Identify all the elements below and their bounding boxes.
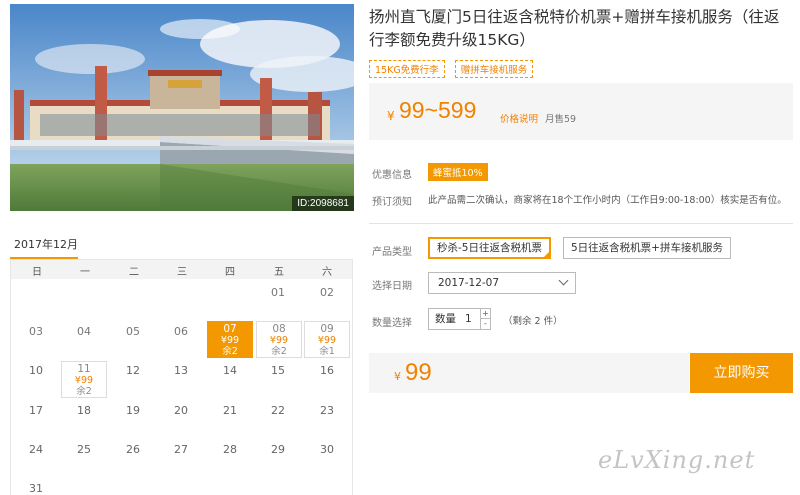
weekday-fri: 五	[274, 267, 284, 278]
calendar-day-30[interactable]: 30	[304, 443, 350, 456]
calendar-day-18[interactable]: 18	[61, 404, 107, 417]
calendar-day-17[interactable]: 17	[13, 404, 59, 417]
calendar-weekday-header: 日 一 二 三 四 五 六	[11, 260, 352, 279]
section-divider	[369, 223, 793, 224]
booking-notice-label: 预订须知	[372, 197, 412, 208]
booking-notice-text: 此产品需二次确认，商家将在18个工作小时内（工作日9:00-18:00）核实是否…	[428, 195, 787, 206]
calendar-day-stock: 余1	[319, 346, 335, 357]
weekday-tue: 二	[129, 267, 139, 278]
calendar-day-10[interactable]: 10	[13, 364, 59, 377]
photo-id-label: ID:2098681	[292, 196, 354, 211]
calendar-day-number: 07	[223, 323, 237, 335]
buy-now-button[interactable]: 立即购买	[690, 353, 793, 393]
date-select-value: 2017-12-07	[438, 277, 500, 289]
monthly-sales: 月售59	[545, 114, 577, 125]
total-price: 99	[405, 359, 432, 386]
calendar-day-13[interactable]: 13	[158, 364, 204, 377]
product-title: 扬州直飞厦门5日往返含税特价机票+赠拼车接机服务（往返行李额免费升级15KG）	[369, 8, 780, 49]
quantity-label: 数量选择	[372, 318, 412, 329]
calendar-day-stock: 余2	[222, 346, 238, 357]
weekday-mon: 一	[80, 267, 90, 278]
site-watermark: eLvXing.net	[598, 446, 756, 474]
calendar-day-21[interactable]: 21	[207, 404, 253, 417]
promo-badge: 蜂蜜抵10%	[428, 163, 488, 181]
calendar-day-stock: 余2	[76, 386, 92, 397]
calendar-day-stock: 余2	[271, 346, 287, 357]
calendar-day-price: ¥99	[74, 375, 94, 386]
chevron-down-icon	[558, 275, 569, 286]
calendar-day-price: ¥99	[220, 335, 240, 346]
calendar-day-08[interactable]: 08 ¥99 余2	[256, 321, 302, 358]
calendar-day-23[interactable]: 23	[304, 404, 350, 417]
promo-label: 优惠信息	[372, 170, 412, 181]
product-type-label: 产品类型	[372, 247, 412, 258]
calendar-day-07[interactable]: 07 ¥99 余2	[207, 321, 253, 358]
calendar-day-25[interactable]: 25	[61, 443, 107, 456]
calendar-day-26[interactable]: 26	[110, 443, 156, 456]
product-type-option-label: 秒杀-5日往返含税机票	[437, 242, 542, 254]
calendar-day-price: ¥99	[317, 335, 337, 346]
calendar-day-number: 08	[272, 323, 286, 335]
calendar-day-number: 09	[320, 323, 334, 335]
product-tags: 15KG免费行李 赠拼车接机服务	[369, 58, 538, 78]
total-price-box: ¥ 99	[369, 353, 689, 393]
calendar-day-29[interactable]: 29	[255, 443, 301, 456]
price-note-link[interactable]: 价格说明	[500, 111, 538, 125]
calendar-day-16[interactable]: 16	[304, 364, 350, 377]
calendar-day-number: 11	[77, 363, 91, 375]
quantity-value: 1	[465, 313, 472, 325]
quantity-input[interactable]: 数量 1	[428, 308, 481, 330]
calendar-day-31[interactable]: 31	[13, 482, 59, 495]
calendar-day-price: ¥99	[269, 335, 289, 346]
weekday-sat: 六	[322, 267, 332, 278]
calendar-day-15[interactable]: 15	[255, 364, 301, 377]
date-select-label: 选择日期	[372, 281, 412, 292]
calendar-day-14[interactable]: 14	[207, 364, 253, 377]
calendar-day-11[interactable]: 11 ¥99 余2	[61, 361, 107, 398]
product-type-option-with-transfer[interactable]: 5日往返含税机票+拼车接机服务	[563, 237, 731, 259]
calendar-day-27[interactable]: 27	[158, 443, 204, 456]
price-currency: ¥	[387, 109, 395, 123]
airport-terminal-image	[10, 4, 354, 211]
product-type-option-flash-sale[interactable]: 秒杀-5日往返含税机票	[428, 237, 551, 259]
calendar-day-28[interactable]: 28	[207, 443, 253, 456]
calendar-day-20[interactable]: 20	[158, 404, 204, 417]
product-photo: ID:2098681	[10, 4, 354, 211]
date-select-dropdown[interactable]: 2017-12-07	[428, 272, 576, 294]
product-type-option-label: 5日往返含税机票+拼车接机服务	[571, 242, 723, 254]
calendar-day-22[interactable]: 22	[255, 404, 301, 417]
total-currency: ¥	[394, 370, 401, 383]
calendar-day-05: 05	[126, 325, 140, 338]
calendar-day-12[interactable]: 12	[110, 364, 156, 377]
price-range: 99~599	[399, 97, 477, 123]
weekday-thu: 四	[225, 267, 235, 278]
calendar-day-19[interactable]: 19	[110, 404, 156, 417]
selected-corner-icon	[542, 251, 550, 258]
calendar-day-09[interactable]: 09 ¥99 余1	[304, 321, 350, 358]
calendar: 日 一 二 三 四 五 六 01 02 03 04 05 06 07 ¥99 余…	[10, 259, 353, 495]
calendar-day-03: 03	[29, 325, 43, 338]
quantity-stepper[interactable]: + -	[480, 308, 491, 330]
calendar-day-02: 02	[320, 286, 334, 299]
weekday-sun: 日	[32, 267, 42, 278]
remaining-stock: （剩余 2 件）	[503, 316, 563, 327]
calendar-day-06: 06	[174, 325, 188, 338]
calendar-day-04: 04	[77, 325, 91, 338]
product-tag: 赠拼车接机服务	[454, 60, 534, 78]
calendar-day-01: 01	[271, 286, 285, 299]
price-box: ¥ 99~599 价格说明 月售59	[369, 83, 793, 140]
quantity-plus-button[interactable]: +	[481, 309, 490, 319]
quantity-minus-button[interactable]: -	[481, 319, 490, 329]
calendar-month-label: 2017年12月	[14, 238, 78, 251]
calendar-day-24[interactable]: 24	[13, 443, 59, 456]
product-tag: 15KG免费行李	[369, 60, 445, 78]
weekday-wed: 三	[177, 267, 187, 278]
quantity-prefix: 数量	[435, 313, 456, 325]
